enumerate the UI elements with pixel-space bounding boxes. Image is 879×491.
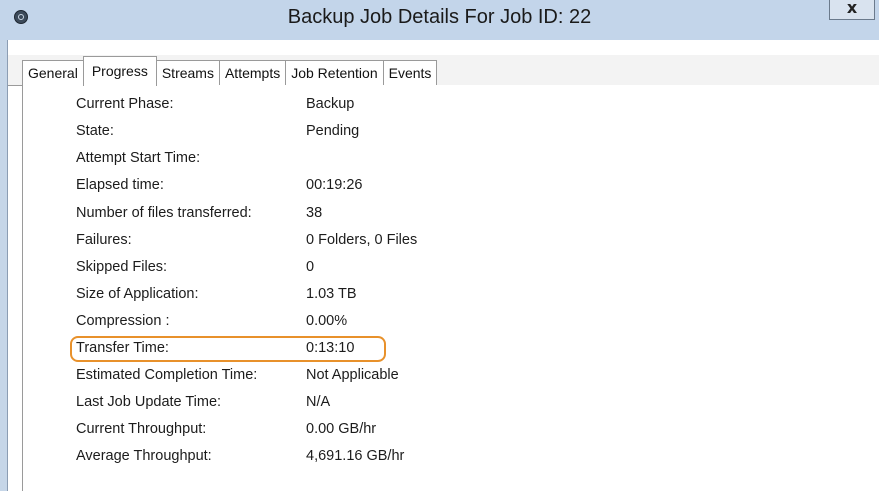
row-attempt-start-time: Attempt Start Time:: [23, 147, 723, 173]
dialog-content: General Progress Streams Attempts Job Re…: [7, 40, 879, 491]
tab-bar: General Progress Streams Attempts Job Re…: [8, 55, 879, 86]
tab-events[interactable]: Events: [382, 60, 438, 85]
field-value: 1.03 TB: [306, 286, 357, 302]
field-value: Backup: [306, 96, 355, 112]
field-value: N/A: [306, 394, 331, 410]
row-state: State: Pending: [23, 120, 723, 146]
close-button[interactable]: x: [829, 0, 875, 20]
row-current-phase: Current Phase: Backup: [23, 93, 723, 119]
field-label: Transfer Time:: [76, 340, 169, 356]
field-label: State:: [76, 123, 114, 139]
field-value: Not Applicable: [306, 367, 399, 383]
field-value: 38: [306, 205, 323, 221]
field-label: Estimated Completion Time:: [76, 367, 258, 383]
field-value: Pending: [306, 123, 360, 139]
row-skipped-files: Skipped Files: 0: [23, 256, 723, 282]
field-label: Size of Application:: [76, 286, 199, 302]
field-value: 4,691.16 GB/hr: [306, 448, 405, 464]
tab-progress[interactable]: Progress: [82, 56, 157, 86]
row-compression: Compression : 0.00%: [23, 310, 723, 336]
job-details-window: Backup Job Details For Job ID: 22 x Gene…: [0, 0, 879, 491]
tab-streams[interactable]: Streams: [156, 60, 219, 85]
row-failures: Failures: 0 Folders, 0 Files: [23, 229, 723, 255]
field-value: 0.00 GB/hr: [306, 421, 377, 437]
tab-attempts[interactable]: Attempts: [218, 60, 286, 85]
window-title: Backup Job Details For Job ID: 22: [287, 6, 592, 28]
field-value: 0.00%: [306, 313, 348, 329]
row-elapsed-time: Elapsed time: 00:19:26: [23, 174, 723, 200]
field-label: Average Throughput:: [76, 448, 212, 464]
field-label: Last Job Update Time:: [76, 394, 222, 410]
row-last-job-update-time: Last Job Update Time: N/A: [23, 391, 723, 417]
title-bar: Backup Job Details For Job ID: 22 x: [0, 0, 879, 40]
tab-job-retention[interactable]: Job Retention: [285, 60, 383, 85]
field-label: Attempt Start Time:: [76, 150, 201, 166]
field-label: Skipped Files:: [76, 259, 168, 275]
field-label: Compression :: [76, 313, 170, 329]
field-label: Number of files transferred:: [76, 205, 252, 221]
field-label: Failures:: [76, 232, 132, 248]
field-label: Current Throughput:: [76, 421, 207, 437]
row-size-of-application: Size of Application: 1.03 TB: [23, 283, 723, 309]
field-label: Elapsed time:: [76, 177, 164, 193]
field-value: 00:19:26: [306, 177, 363, 193]
field-label: Current Phase:: [76, 96, 174, 112]
row-transfer-time: Transfer Time: 0:13:10: [23, 337, 723, 363]
progress-panel: Current Phase: Backup State: Pending Att…: [22, 85, 879, 491]
field-value: 0:13:10: [306, 340, 355, 356]
tab-general[interactable]: General: [22, 60, 83, 85]
row-current-throughput: Current Throughput: 0.00 GB/hr: [23, 418, 723, 444]
row-files-transferred: Number of files transferred: 38: [23, 202, 723, 228]
row-estimated-completion-time: Estimated Completion Time: Not Applicabl…: [23, 364, 723, 390]
row-average-throughput: Average Throughput: 4,691.16 GB/hr: [23, 445, 723, 471]
field-value: 0 Folders, 0 Files: [306, 232, 418, 248]
field-value: 0: [306, 259, 315, 275]
